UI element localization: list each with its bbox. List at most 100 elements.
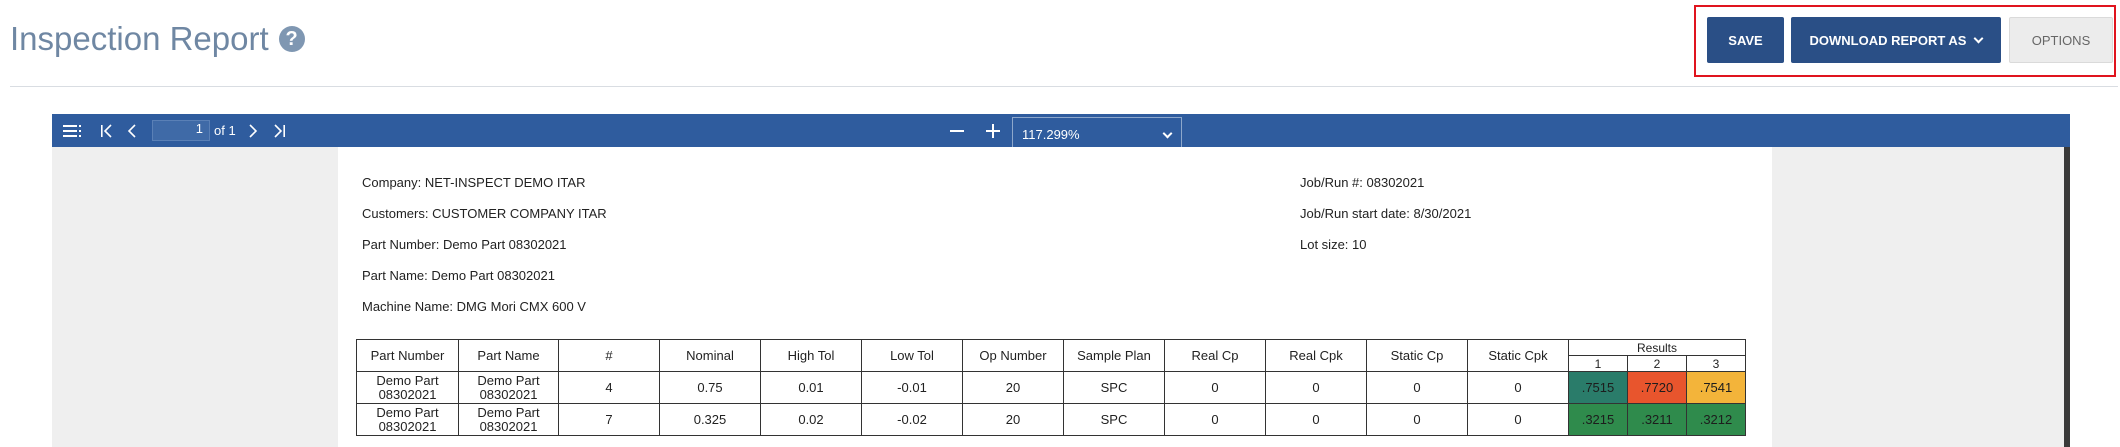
col-static-cp: Static Cp	[1366, 339, 1468, 372]
options-button-label: OPTIONS	[2031, 32, 2091, 48]
col-real-cp: Real Cp	[1164, 339, 1266, 372]
prev-page-icon[interactable]	[124, 114, 140, 147]
zoom-value: 117.299%	[1022, 127, 1080, 142]
job-start-label: Job/Run start date:	[1300, 206, 1410, 221]
cell-sample-plan: SPC	[1063, 371, 1165, 404]
cell-low-tol: -0.02	[861, 403, 963, 436]
col-nominal: Nominal	[659, 339, 761, 372]
report-page: Company: NET-INSPECT DEMO ITAR Customers…	[338, 147, 1772, 447]
zoom-in-icon[interactable]	[981, 114, 1005, 147]
col-op-number: Op Number	[962, 339, 1064, 372]
save-button[interactable]: SAVE	[1707, 17, 1784, 63]
cell-static-cp: 0	[1366, 403, 1468, 436]
col-low-tol: Low Tol	[861, 339, 963, 372]
cell-result-1: .3215	[1568, 403, 1628, 436]
cell-op-number: 20	[962, 371, 1064, 404]
part-number-value: Demo Part 08302021	[442, 237, 567, 252]
download-report-button[interactable]: DOWNLOAD REPORT AS	[1791, 17, 2001, 63]
customers-field: Customers: CUSTOMER COMPANY ITAR	[362, 206, 607, 221]
customers-value: CUSTOMER COMPANY ITAR	[432, 206, 607, 221]
chevron-down-icon	[1974, 33, 1984, 43]
table-row: Demo Part 08302021 Demo Part 08302021 4 …	[356, 371, 1746, 404]
part-name-field: Part Name: Demo Part 08302021	[362, 268, 555, 283]
lot-size-value: 10	[1352, 237, 1367, 252]
cell-part-number: Demo Part 08302021	[356, 371, 459, 404]
table-row: Demo Part 08302021 Demo Part 08302021 7 …	[356, 403, 1746, 436]
cell-result-3: .3212	[1686, 403, 1746, 436]
machine-value: DMG Mori CMX 600 V	[456, 299, 586, 314]
cell-static-cp: 0	[1366, 371, 1468, 404]
help-icon[interactable]: ?	[278, 26, 305, 52]
table-header-row: Part Number Part Name # Nominal High Tol…	[356, 339, 1746, 372]
machine-label: Machine Name:	[362, 299, 454, 314]
cell-result-2: .3211	[1627, 403, 1687, 436]
company-field: Company: NET-INSPECT DEMO ITAR	[362, 175, 585, 190]
col-result-3: 3	[1686, 355, 1746, 372]
cell-op-number: 20	[962, 403, 1064, 436]
cell-real-cpk: 0	[1265, 403, 1367, 436]
col-results: Results	[1568, 339, 1746, 356]
cell-number: 7	[558, 403, 660, 436]
company-value: NET-INSPECT DEMO ITAR	[424, 175, 586, 190]
cell-part-number: Demo Part 08302021	[356, 403, 459, 436]
menu-icon[interactable]	[62, 114, 84, 147]
col-sample-plan: Sample Plan	[1063, 339, 1165, 372]
col-result-1: 1	[1568, 355, 1628, 372]
zoom-out-icon[interactable]	[945, 114, 969, 147]
cell-result-2: .7720	[1627, 371, 1687, 404]
cell-sample-plan: SPC	[1063, 403, 1165, 436]
save-button-label: SAVE	[1728, 32, 1763, 48]
viewer-toolbar: 1 of 1 117.299%	[52, 114, 2070, 152]
cell-static-cpk: 0	[1467, 403, 1569, 436]
cell-real-cpk: 0	[1265, 371, 1367, 404]
cell-high-tol: 0.02	[760, 403, 862, 436]
col-real-cpk: Real Cpk	[1265, 339, 1367, 372]
part-name-value: Demo Part 08302021	[431, 268, 555, 283]
job-start-value: 8/30/2021	[1413, 206, 1472, 221]
cell-result-1: .7515	[1568, 371, 1628, 404]
col-part-name: Part Name	[458, 339, 559, 372]
cell-part-name: Demo Part 08302021	[458, 371, 559, 404]
lot-size-label: Lot size:	[1300, 237, 1349, 252]
chevron-down-icon	[1162, 128, 1173, 139]
action-toolbar: SAVE DOWNLOAD REPORT AS OPTIONS	[1694, 5, 2116, 77]
cell-high-tol: 0.01	[760, 371, 862, 404]
first-page-icon[interactable]	[97, 114, 117, 147]
last-page-icon[interactable]	[268, 114, 290, 147]
page-count: of 1	[214, 123, 236, 138]
cell-static-cpk: 0	[1467, 371, 1569, 404]
options-button[interactable]: OPTIONS	[2009, 17, 2113, 63]
page-title: Inspection Report ?	[10, 20, 305, 58]
cell-result-3: .7541	[1686, 371, 1746, 404]
lot-size-field: Lot size: 10	[1300, 237, 1367, 252]
report-viewer: 1 of 1 117.299% Company: NET-INSPECT DEM…	[52, 114, 2070, 447]
download-button-label: DOWNLOAD REPORT AS	[1809, 32, 1967, 48]
job-start-field: Job/Run start date: 8/30/2021	[1300, 206, 1471, 221]
page-title-text: Inspection Report	[10, 20, 269, 57]
col-number: #	[558, 339, 660, 372]
results-table: Part Number Part Name # Nominal High Tol…	[356, 339, 1746, 436]
next-page-icon[interactable]	[245, 114, 261, 147]
job-run-value: 08302021	[1366, 175, 1425, 190]
col-static-cpk: Static Cpk	[1467, 339, 1569, 372]
cell-nominal: 0.75	[659, 371, 761, 404]
cell-nominal: 0.325	[659, 403, 761, 436]
col-high-tol: High Tol	[760, 339, 862, 372]
page-number-input[interactable]: 1	[152, 120, 210, 141]
cell-real-cp: 0	[1164, 403, 1266, 436]
part-name-label: Part Name:	[362, 268, 428, 283]
company-label: Company:	[362, 175, 422, 190]
part-number-label: Part Number:	[362, 237, 440, 252]
job-run-label: Job/Run #:	[1300, 175, 1363, 190]
customers-label: Customers:	[362, 206, 429, 221]
cell-part-name: Demo Part 08302021	[458, 403, 559, 436]
col-part-number: Part Number	[356, 339, 459, 372]
job-run-field: Job/Run #: 08302021	[1300, 175, 1424, 190]
cell-number: 4	[558, 371, 660, 404]
viewer-scrollbar[interactable]	[2064, 147, 2070, 447]
machine-field: Machine Name: DMG Mori CMX 600 V	[362, 299, 586, 314]
part-number-field: Part Number: Demo Part 08302021	[362, 237, 567, 252]
cell-real-cp: 0	[1164, 371, 1266, 404]
cell-low-tol: -0.01	[861, 371, 963, 404]
col-result-2: 2	[1627, 355, 1687, 372]
